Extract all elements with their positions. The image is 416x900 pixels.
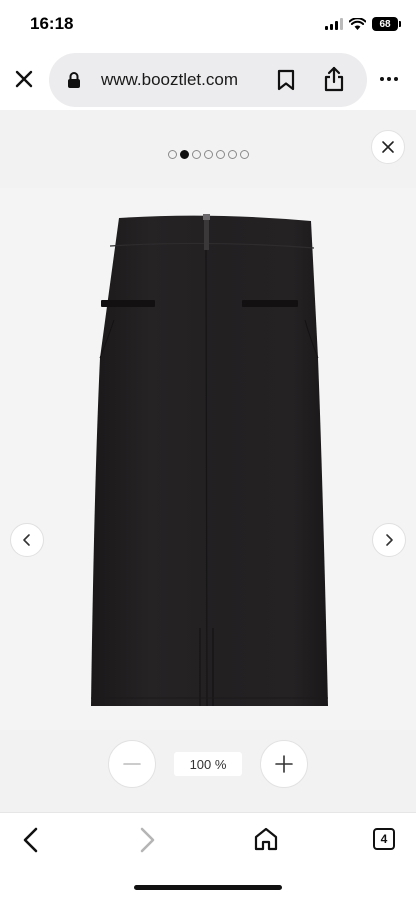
zoom-controls: 100 % [0, 738, 416, 794]
zoom-level: 100 % [174, 752, 242, 776]
pagination-dot[interactable] [227, 150, 237, 159]
close-gallery-button[interactable] [371, 130, 405, 164]
forward-icon[interactable] [136, 827, 158, 853]
plus-icon [275, 755, 293, 773]
pagination-dot[interactable] [203, 150, 213, 159]
status-icons: 68 [325, 14, 401, 34]
chevron-left-icon [23, 534, 30, 546]
browser-toolbar: 4 [0, 812, 416, 900]
home-icon[interactable] [253, 826, 279, 852]
product-image[interactable] [0, 188, 416, 730]
chevron-right-icon [386, 534, 393, 546]
pagination-dot[interactable] [191, 150, 201, 159]
close-icon[interactable] [10, 65, 38, 93]
battery-level: 68 [379, 18, 391, 30]
tab-count: 4 [380, 832, 388, 846]
share-icon[interactable] [323, 66, 345, 92]
status-time: 16:18 [30, 14, 74, 33]
lock-icon [68, 72, 80, 88]
pagination-dot[interactable] [239, 150, 249, 159]
signal-icon [325, 18, 343, 30]
product-image-stage[interactable] [0, 188, 416, 730]
address-bar[interactable]: www.booztlet.com [49, 53, 367, 107]
zoom-out-button[interactable] [108, 740, 156, 788]
back-icon[interactable] [20, 827, 42, 853]
gallery-pagination [0, 150, 416, 159]
url-text[interactable]: www.booztlet.com [101, 70, 238, 90]
product-gallery: 100 % [0, 110, 416, 812]
bookmark-icon[interactable] [277, 69, 295, 91]
pagination-dot[interactable] [179, 150, 189, 159]
battery-icon: 68 [372, 17, 401, 31]
pagination-dot[interactable] [215, 150, 225, 159]
previous-image-button[interactable] [10, 523, 44, 557]
zoom-in-button[interactable] [260, 740, 308, 788]
browser-address-row: www.booztlet.com [0, 50, 416, 110]
tabs-button[interactable]: 4 [373, 828, 395, 850]
close-icon [382, 141, 394, 153]
more-icon[interactable] [380, 77, 398, 81]
status-bar: 16:18 68 [0, 0, 416, 50]
pagination-dot[interactable] [167, 150, 177, 159]
next-image-button[interactable] [372, 523, 406, 557]
minus-icon [123, 763, 141, 765]
wifi-icon [349, 18, 366, 30]
home-indicator [134, 885, 282, 890]
